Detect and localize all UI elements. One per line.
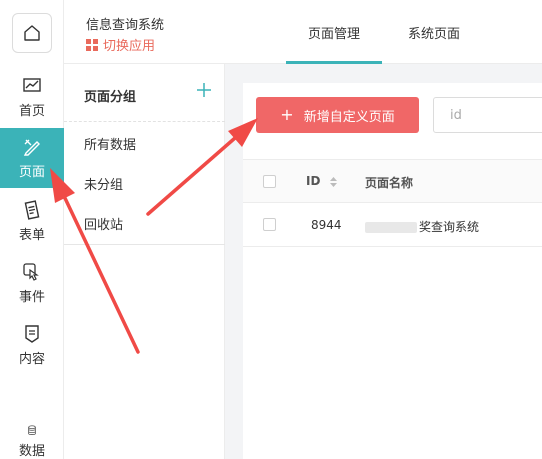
nav-item-forms[interactable]: 表单 xyxy=(0,191,64,251)
redacted-text xyxy=(365,222,417,233)
switch-app-label: 切换应用 xyxy=(103,39,156,54)
column-label: ID xyxy=(306,174,321,188)
chart-icon xyxy=(23,77,41,92)
tab-label: 系统页面 xyxy=(407,26,460,42)
new-custom-page-button[interactable]: + 新增自定义页面 xyxy=(256,97,419,133)
row-id: 8944 xyxy=(311,218,342,232)
home-icon xyxy=(24,25,40,41)
group-item-all[interactable]: 所有数据 xyxy=(84,134,136,153)
pencil-ruler-icon xyxy=(23,139,40,156)
nav-item-label: 表单 xyxy=(18,227,45,243)
nav-item-home[interactable]: 首页 xyxy=(0,67,64,127)
table-row[interactable]: 8944 奖查询系统 xyxy=(243,203,542,247)
divider xyxy=(64,244,225,245)
switch-app-link[interactable]: 切换应用 xyxy=(86,35,155,54)
new-custom-page-label: 新增自定义页面 xyxy=(303,109,395,125)
column-header-id[interactable]: ID xyxy=(306,174,338,188)
column-header-page-name: 页面名称 xyxy=(365,176,414,190)
group-panel-title: 页面分组 xyxy=(84,90,137,105)
nav-item-pages[interactable]: 页面 xyxy=(0,128,64,188)
nav-item-label: 首页 xyxy=(18,103,45,119)
page-list-main: + 新增自定义页面 ID 页面名称 8944 奖查询系统 xyxy=(243,83,542,459)
nav-item-label: 内容 xyxy=(18,351,45,367)
group-panel-header: 页面分组 xyxy=(64,64,225,122)
database-icon xyxy=(28,425,36,435)
apps-grid-icon xyxy=(86,38,98,51)
left-nav-rail: 首页 页面 表单 事件 内容 数据 xyxy=(0,0,64,459)
plus-icon: + xyxy=(280,105,294,124)
page-group-panel: 页面分组 所有数据 未分组 回收站 xyxy=(64,64,225,459)
tab-system-pages[interactable]: 系统页面 xyxy=(386,0,482,64)
content-icon xyxy=(25,324,39,343)
nav-item-label: 页面 xyxy=(18,164,45,180)
touch-icon xyxy=(23,262,39,281)
add-group-icon[interactable] xyxy=(195,81,213,99)
row-page-name-text: 奖查询系统 xyxy=(419,220,480,234)
group-item-recycle-bin[interactable]: 回收站 xyxy=(84,214,123,233)
top-header: 信息查询系统 切换应用 页面管理 系统页面 xyxy=(64,0,542,64)
nav-item-data[interactable]: 数据 xyxy=(0,415,64,459)
row-checkbox[interactable] xyxy=(263,218,276,231)
tab-label: 页面管理 xyxy=(307,26,360,42)
tab-page-management[interactable]: 页面管理 xyxy=(286,0,382,64)
app-title: 信息查询系统 xyxy=(86,18,165,33)
id-search-input[interactable] xyxy=(433,97,542,133)
table-header: ID 页面名称 xyxy=(243,159,542,203)
row-page-name[interactable]: 奖查询系统 xyxy=(365,218,479,235)
group-item-ungrouped[interactable]: 未分组 xyxy=(84,174,123,193)
select-all-checkbox[interactable] xyxy=(263,175,276,188)
nav-item-label: 事件 xyxy=(18,289,45,305)
nav-item-events[interactable]: 事件 xyxy=(0,253,64,313)
home-button[interactable] xyxy=(12,13,52,53)
form-icon xyxy=(24,199,40,220)
nav-item-label: 数据 xyxy=(18,444,45,459)
nav-item-content[interactable]: 内容 xyxy=(0,315,64,375)
sort-icon[interactable] xyxy=(329,176,338,188)
